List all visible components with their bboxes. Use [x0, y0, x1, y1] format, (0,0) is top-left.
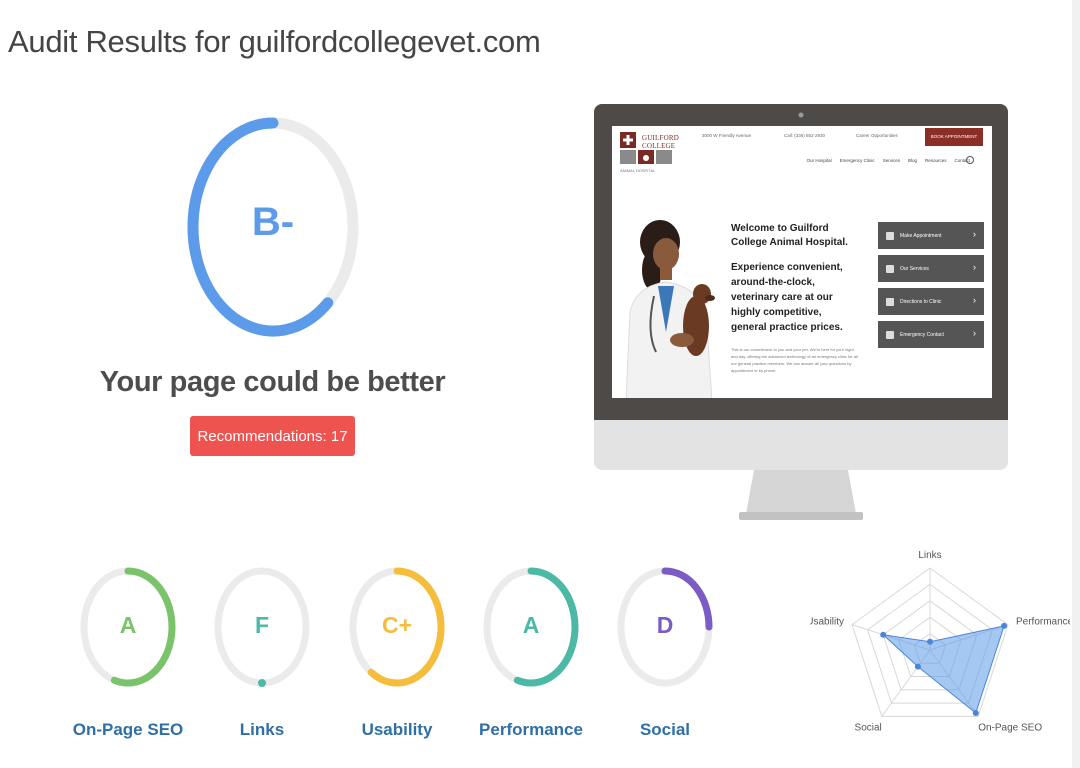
social-grade: D: [656, 612, 674, 638]
map-pin-icon: [886, 297, 894, 306]
menu-label: Emergency Contact: [900, 331, 944, 338]
overall-grade: B-: [251, 200, 295, 244]
social-link[interactable]: Social: [595, 720, 735, 740]
nav-link[interactable]: Resources: [925, 158, 947, 163]
chevron-right-icon: ›: [973, 328, 976, 338]
menu-label: Our Services: [900, 265, 929, 272]
radar-point: [972, 710, 979, 717]
hero-subtitle: Experience convenient, around-the-clock,…: [731, 262, 843, 333]
recommendations-button[interactable]: Recommendations: 17: [190, 416, 355, 456]
links-grade: F: [254, 612, 270, 638]
address-text: 3000 W Friendly Avenue: [702, 133, 751, 138]
page-scrollbar[interactable]: [1072, 0, 1080, 768]
search-icon[interactable]: [966, 156, 974, 164]
onpage-seo-grade: A: [119, 612, 137, 638]
website-preview: GUILFORD COLLEGE ANIMAL HOSPITAL 3000 W …: [612, 126, 992, 398]
building-icon: [886, 264, 894, 273]
logo-subtitle: ANIMAL HOSPITAL: [620, 168, 656, 173]
menu-our-services[interactable]: Our Services ›: [878, 255, 984, 282]
phone-icon: [886, 330, 894, 339]
radar-point: [880, 631, 887, 638]
hero-title: Welcome to Guilford College Animal Hospi…: [731, 223, 848, 248]
site-nav: Our Hospital Emergency Clinic Services Blog…: [799, 158, 970, 163]
radar-point: [1001, 622, 1008, 629]
vet-with-puppy-image: [625, 220, 715, 398]
chevron-right-icon: ›: [973, 262, 976, 272]
performance-link[interactable]: Performance: [461, 720, 601, 740]
links-link[interactable]: Links: [192, 720, 332, 740]
book-appointment-button[interactable]: BOOK APPOINTMENT: [925, 128, 983, 146]
nav-link[interactable]: Services: [883, 158, 900, 163]
phone-text: Call: (336) 852-2930: [784, 133, 826, 138]
menu-emergency-contact[interactable]: Emergency Contact ›: [878, 321, 984, 348]
calendar-icon: [886, 231, 894, 240]
nav-link[interactable]: Our Hospital: [807, 158, 832, 163]
radar-axis-label: Social: [855, 722, 882, 733]
radar-point: [914, 663, 921, 670]
nav-link[interactable]: Emergency Clinic: [840, 158, 875, 163]
clinic-logo: GUILFORD COLLEGE ANIMAL HOSPITAL: [620, 132, 679, 174]
radar-axis-label: On-Page SEO: [978, 722, 1042, 733]
radar-area: [881, 625, 1005, 714]
menu-directions[interactable]: Directions to Clinic ›: [878, 288, 984, 315]
radar-axis-label: Links: [918, 550, 941, 561]
radar-point: [927, 638, 933, 645]
category-radar-chart: Links Performance On-Page SEO Social Usabili…: [810, 550, 1070, 733]
page-title: Audit Results for guilfordcollegevet.com: [8, 24, 541, 59]
careers-link[interactable]: Career Opportunities: [856, 133, 898, 138]
nav-link[interactable]: Blog: [908, 158, 917, 163]
logo-name: GUILFORD COLLEGE: [642, 134, 679, 150]
menu-make-appointment[interactable]: Make Appointment ›: [878, 222, 984, 249]
onpage-seo-link[interactable]: On-Page SEO: [58, 720, 198, 740]
performance-grade: A: [522, 612, 540, 638]
chevron-right-icon: ›: [973, 229, 976, 239]
result-headline: Your page could be better: [99, 366, 446, 398]
usability-grade: C+: [381, 612, 413, 638]
menu-label: Make Appointment: [900, 232, 942, 239]
radar-axis-label: Performance: [1016, 617, 1070, 628]
hero-body: This is our commitment to you and your p…: [731, 347, 858, 373]
radar-axis-label: Usability: [810, 617, 844, 628]
usability-link[interactable]: Usability: [327, 720, 467, 740]
chevron-right-icon: ›: [973, 295, 976, 305]
menu-label: Directions to Clinic: [900, 298, 942, 305]
